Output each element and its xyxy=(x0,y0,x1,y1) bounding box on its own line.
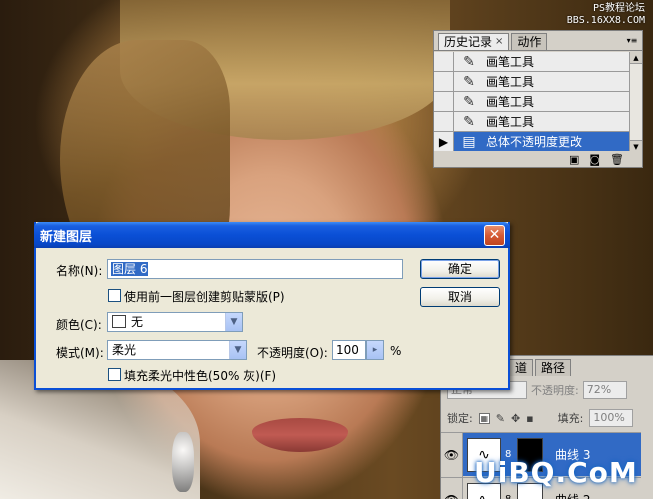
lock-transparency-icon[interactable]: ▦ xyxy=(478,412,490,424)
tab-history[interactable]: 历史记录 × xyxy=(438,33,510,50)
history-panel-tabs: 历史记录 × 动作 xyxy=(434,31,642,51)
brush-icon: ✎ xyxy=(463,113,475,130)
color-swatch xyxy=(112,315,126,328)
watermark-top: PS教程论坛 BBS.16XX8.COM xyxy=(567,3,645,27)
brush-icon: ✎ xyxy=(463,53,475,70)
history-source-checkbox[interactable] xyxy=(434,111,454,132)
opacity-label: 不透明度(O): xyxy=(257,346,328,360)
history-item[interactable]: ✎ 画笔工具 xyxy=(434,111,630,132)
fill-input[interactable]: 100% xyxy=(589,409,634,427)
clipping-mask-checkbox[interactable] xyxy=(108,289,121,302)
dialog-titlebar[interactable]: 新建图层 ✕ xyxy=(34,222,510,248)
close-icon[interactable]: × xyxy=(495,34,503,50)
tab-channels-label: 道 xyxy=(515,361,528,375)
clipping-mask-label: 使用前一图层创建剪贴蒙版(P) xyxy=(124,290,285,304)
tab-actions-label: 动作 xyxy=(517,35,542,49)
scroll-up-icon[interactable]: ▲ xyxy=(630,52,642,64)
ok-button[interactable]: 确定 xyxy=(420,259,500,279)
cancel-button[interactable]: 取消 xyxy=(420,287,500,307)
color-select[interactable]: 无 ▼ xyxy=(107,312,243,332)
layer-name: 曲线 2 xyxy=(547,491,590,499)
layers-lock-row: 锁定: ▦ ✎ ✥ ▪ 填充: 100% xyxy=(447,408,649,428)
layer-opacity-icon: ▤ xyxy=(462,133,476,150)
history-item-label: 画笔工具 xyxy=(486,75,535,89)
chevron-down-icon[interactable]: ▼ xyxy=(229,341,246,359)
photo-earring xyxy=(172,432,194,492)
mode-label: 模式(M): xyxy=(56,346,104,360)
opacity-label: 不透明度: xyxy=(531,384,579,397)
chain-link-icon[interactable]: 8 xyxy=(505,494,513,499)
lock-move-icon[interactable]: ✥ xyxy=(511,412,520,425)
trash-icon[interactable]: 🗑 xyxy=(610,153,624,166)
history-source-checkbox[interactable] xyxy=(434,91,454,112)
lock-paint-icon[interactable]: ✎ xyxy=(496,412,505,425)
history-item[interactable]: ✎ 画笔工具 xyxy=(434,71,630,92)
history-item-label: 画笔工具 xyxy=(486,115,535,129)
chevron-down-icon[interactable]: ▼ xyxy=(225,313,242,331)
new-layer-dialog: 新建图层 ✕ 名称(N): 图层 6 确定 使用前一图层创建剪贴蒙版(P) 取消… xyxy=(34,222,510,390)
snapshot-camera-icon[interactable]: ◙ xyxy=(589,153,600,166)
history-scrollbar[interactable]: ▲ ▼ xyxy=(629,52,642,152)
history-item-selected[interactable]: ▶ ▤ 总体不透明度更改 xyxy=(434,131,630,152)
tab-paths[interactable]: 路径 xyxy=(535,359,572,376)
mode-select-value: 柔光 xyxy=(112,343,137,357)
brush-icon: ✎ xyxy=(463,93,475,110)
opacity-unit: % xyxy=(390,344,402,358)
history-panel: 历史记录 × 动作 ▾≡ ✎ 画笔工具 ✎ 画笔工具 ✎ 画笔工具 ✎ 画笔工具 xyxy=(433,30,643,168)
history-source-checkbox[interactable] xyxy=(434,71,454,92)
history-item-label: 画笔工具 xyxy=(486,95,535,109)
watermark-top-line2: BBS.16XX8.COM xyxy=(566,15,645,26)
watermark-top-line1: PS教程论坛 xyxy=(592,3,645,14)
close-icon[interactable]: ✕ xyxy=(484,225,505,246)
layer-name-input[interactable]: 图层 6 xyxy=(107,259,403,279)
neutral-fill-checkbox[interactable] xyxy=(108,368,121,381)
photo-lips xyxy=(252,418,348,452)
color-select-value: 无 xyxy=(131,315,144,329)
opacity-input[interactable]: 100 xyxy=(332,340,366,360)
name-label: 名称(N): xyxy=(56,264,103,278)
opacity-slider-toggle-icon[interactable]: ▸ xyxy=(366,340,384,360)
new-document-from-state-icon[interactable]: ▣ xyxy=(569,153,579,166)
neutral-fill-label: 填充柔光中性色(50% 灰)(F) xyxy=(124,369,277,383)
tab-actions[interactable]: 动作 xyxy=(511,33,548,50)
lock-label: 锁定: xyxy=(447,412,473,425)
history-footer: ▣ ◙ 🗑 xyxy=(434,151,642,167)
history-item-label: 画笔工具 xyxy=(486,55,535,69)
blend-mode-dropdown[interactable]: 柔光 ▼ xyxy=(107,340,247,360)
tab-channels[interactable]: 道 xyxy=(509,359,534,376)
history-state-pointer[interactable]: ▶ xyxy=(434,131,454,152)
dialog-title: 新建图层 xyxy=(40,229,93,245)
tab-paths-label: 路径 xyxy=(541,361,566,375)
history-list: ✎ 画笔工具 ✎ 画笔工具 ✎ 画笔工具 ✎ 画笔工具 ▶ ▤ 总体不透明度更改 xyxy=(434,52,630,152)
layer-name-value: 图层 6 xyxy=(111,262,149,276)
eye-icon[interactable]: 👁 xyxy=(441,477,463,499)
lock-all-icon[interactable]: ▪ xyxy=(526,412,533,425)
panel-menu-icon[interactable]: ▾≡ xyxy=(626,36,638,46)
eye-icon[interactable]: 👁 xyxy=(441,432,463,477)
tab-history-label: 历史记录 xyxy=(444,35,493,49)
color-label: 颜色(C): xyxy=(56,318,102,332)
history-item[interactable]: ✎ 画笔工具 xyxy=(434,91,630,112)
brush-icon: ✎ xyxy=(463,73,475,90)
fill-label: 填充: xyxy=(557,412,584,425)
opacity-input[interactable]: 72% xyxy=(582,381,627,399)
history-source-checkbox[interactable] xyxy=(434,52,454,72)
history-item-label: 总体不透明度更改 xyxy=(486,135,583,149)
history-item[interactable]: ✎ 画笔工具 xyxy=(434,52,630,72)
watermark-bottom: UiBQ.CoM xyxy=(474,456,638,489)
